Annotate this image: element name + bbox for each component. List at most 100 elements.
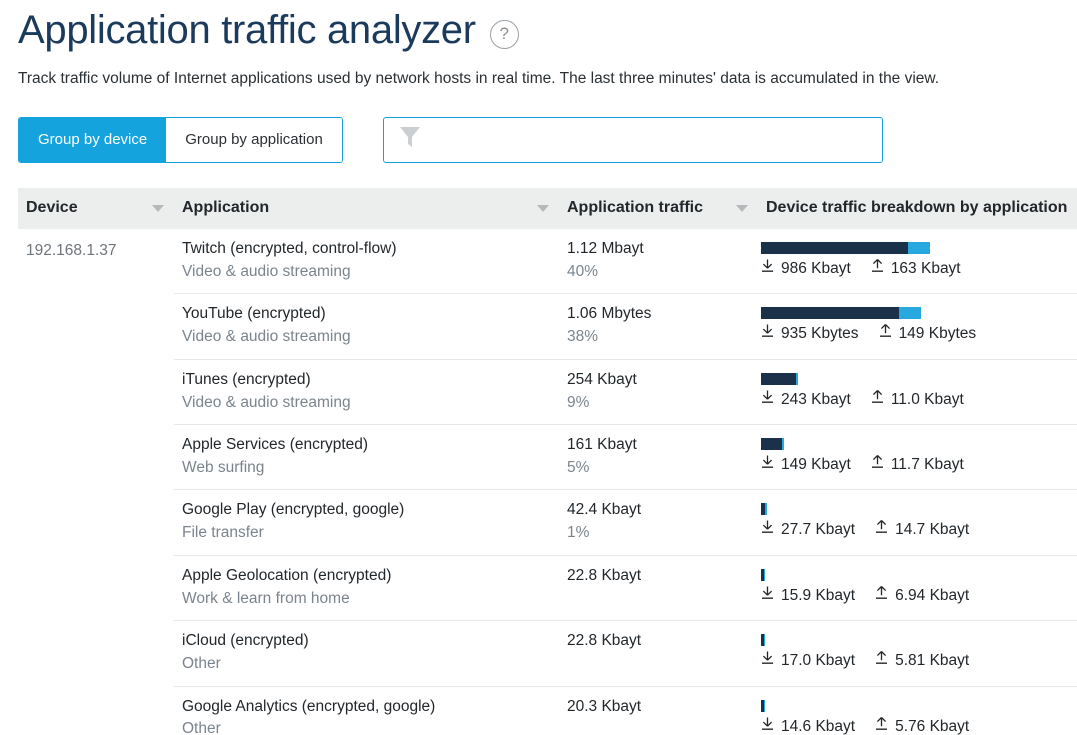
application-traffic-percent: 5% [567,457,758,479]
application-traffic-value: 42.4 Kbayt [567,500,758,521]
row-content: Google Analytics (encrypted, google)Othe… [174,686,1077,735]
application-cell: Apple Services (encrypted)Web surfing [174,435,559,479]
download-value: 149 Kbayt [781,456,851,474]
application-name: Google Play (encrypted, google) [182,500,559,521]
upload-arrow-icon [879,324,892,344]
table-row[interactable]: 192.168.1.37Twitch (encrypted, control-f… [18,229,1077,293]
row-content: Google Play (encrypted, google)File tran… [174,489,1077,554]
traffic-bar-upload-segment [908,242,930,254]
column-header-application-traffic[interactable]: Application traffic [559,188,758,229]
download-legend-item: 27.7 Kbayt [761,520,855,540]
row-content: Twitch (encrypted, control-flow)Video & … [174,229,1077,293]
application-category: Video & audio streaming [182,392,559,414]
application-cell: Apple Geolocation (encrypted)Work & lear… [174,566,559,610]
upload-value: 6.94 Kbayt [895,587,969,605]
download-legend-item: 15.9 Kbayt [761,586,855,606]
upload-legend-item: 5.76 Kbayt [875,717,969,735]
application-category: Video & audio streaming [182,326,559,348]
application-traffic-cell: 22.8 Kbayt [559,566,758,588]
traffic-bar-download-segment [761,307,899,319]
download-arrow-icon [761,717,774,735]
upload-value: 5.76 Kbayt [895,718,969,735]
sort-chevron-down-icon-traffic[interactable] [736,205,748,212]
download-legend-item: 935 Kbytes [761,324,859,344]
download-value: 15.9 Kbayt [781,587,855,605]
table-row[interactable]: Google Analytics (encrypted, google)Othe… [18,686,1077,735]
table-row[interactable]: iTunes (encrypted)Video & audio streamin… [18,359,1077,424]
group-by-toggle-group: Group by device Group by application [18,117,343,163]
traffic-bar [761,503,1077,515]
traffic-breakdown-cell: 935 Kbytes 149 Kbytes [758,304,1077,344]
column-header-application[interactable]: Application [174,188,559,229]
traffic-bar-legend: 15.9 Kbayt 6.94 Kbayt [761,586,1077,606]
device-cell: 192.168.1.37 [18,229,174,260]
traffic-bar-upload-segment [782,438,784,450]
download-arrow-icon [761,586,774,606]
table-row[interactable]: Apple Services (encrypted)Web surfing161… [18,424,1077,489]
upload-arrow-icon [871,259,884,279]
page-subtitle: Track traffic volume of Internet applica… [18,67,1036,91]
traffic-breakdown-cell: 17.0 Kbayt5.81 Kbayt [758,631,1077,671]
controls-bar: Group by device Group by application [18,117,1077,163]
filter-box[interactable] [383,117,883,163]
column-header-application-label: Application [182,199,269,217]
question-mark-icon[interactable]: ? [490,20,519,49]
sort-chevron-down-icon-device[interactable] [152,205,164,212]
application-cell: Google Analytics (encrypted, google)Othe… [174,697,559,735]
application-traffic-percent: 1% [567,522,758,544]
download-value: 27.7 Kbayt [781,521,855,539]
traffic-bar-legend: 243 Kbayt 11.0 Kbayt [761,390,1077,410]
traffic-bar-upload-segment [765,503,767,515]
application-traffic-cell: 42.4 Kbayt1% [559,500,758,544]
traffic-bar-legend: 17.0 Kbayt5.81 Kbayt [761,651,1077,671]
application-traffic-percent: 9% [567,392,758,414]
upload-value: 11.0 Kbayt [891,391,964,409]
application-traffic-value: 22.8 Kbayt [567,631,758,652]
application-category: File transfer [182,522,559,544]
table-row[interactable]: Apple Geolocation (encrypted)Work & lear… [18,555,1077,620]
funnel-icon [398,124,422,155]
row-content: Apple Services (encrypted)Web surfing161… [174,424,1077,489]
download-value: 986 Kbayt [781,260,851,278]
upload-legend-item: 149 Kbytes [879,324,977,344]
traffic-bar [761,634,1077,646]
table-row[interactable]: iCloud (encrypted)Other 22.8 Kbayt17.0 Kb… [18,620,1077,685]
traffic-breakdown-cell: 15.9 Kbayt 6.94 Kbayt [758,566,1077,606]
traffic-breakdown-cell: 149 Kbayt 11.7 Kbayt [758,435,1077,475]
download-value: 14.6 Kbayt [781,718,855,735]
device-cell [18,293,174,306]
table-row[interactable]: YouTube (encrypted)Video & audio streami… [18,293,1077,358]
table-body: 192.168.1.37Twitch (encrypted, control-f… [18,229,1077,735]
upload-legend-item: 14.7 Kbayt [875,520,969,540]
column-header-device[interactable]: Device [18,188,174,229]
group-by-device-button[interactable]: Group by device [19,118,166,162]
download-legend-item: 17.0 Kbayt [761,651,855,671]
traffic-bar-upload-segment [764,634,765,646]
application-name: iCloud (encrypted) [182,631,559,652]
upload-value: 149 Kbytes [899,325,977,343]
traffic-bar-upload-segment [764,569,765,581]
column-header-device-breakdown-label: Device traffic breakdown by application [766,199,1067,217]
application-traffic-value: 22.8 Kbayt [567,566,758,587]
download-arrow-icon [761,455,774,475]
application-category: Other [182,653,559,675]
upload-legend-item: 11.7 Kbayt [871,455,964,475]
download-value: 243 Kbayt [781,391,851,409]
application-traffic-value: 1.12 Mbayt [567,239,758,260]
download-arrow-icon [761,259,774,279]
application-traffic-value: 254 Kbayt [567,370,758,391]
traffic-breakdown-cell: 27.7 Kbayt 14.7 Kbayt [758,500,1077,540]
row-content: iCloud (encrypted)Other 22.8 Kbayt17.0 Kb… [174,620,1077,685]
application-traffic-cell: 22.8 Kbayt [559,631,758,653]
application-traffic-cell: 161 Kbayt5% [559,435,758,479]
sort-chevron-down-icon-application[interactable] [537,205,549,212]
device-cell [18,489,174,502]
application-traffic-cell: 254 Kbayt9% [559,370,758,414]
group-by-application-button[interactable]: Group by application [166,118,342,162]
application-category: Other [182,718,559,735]
application-traffic-cell: 1.12 Mbayt40% [559,239,758,283]
upload-arrow-icon [871,390,884,410]
filter-input[interactable] [422,130,872,149]
application-cell: iTunes (encrypted)Video & audio streamin… [174,370,559,414]
table-row[interactable]: Google Play (encrypted, google)File tran… [18,489,1077,554]
